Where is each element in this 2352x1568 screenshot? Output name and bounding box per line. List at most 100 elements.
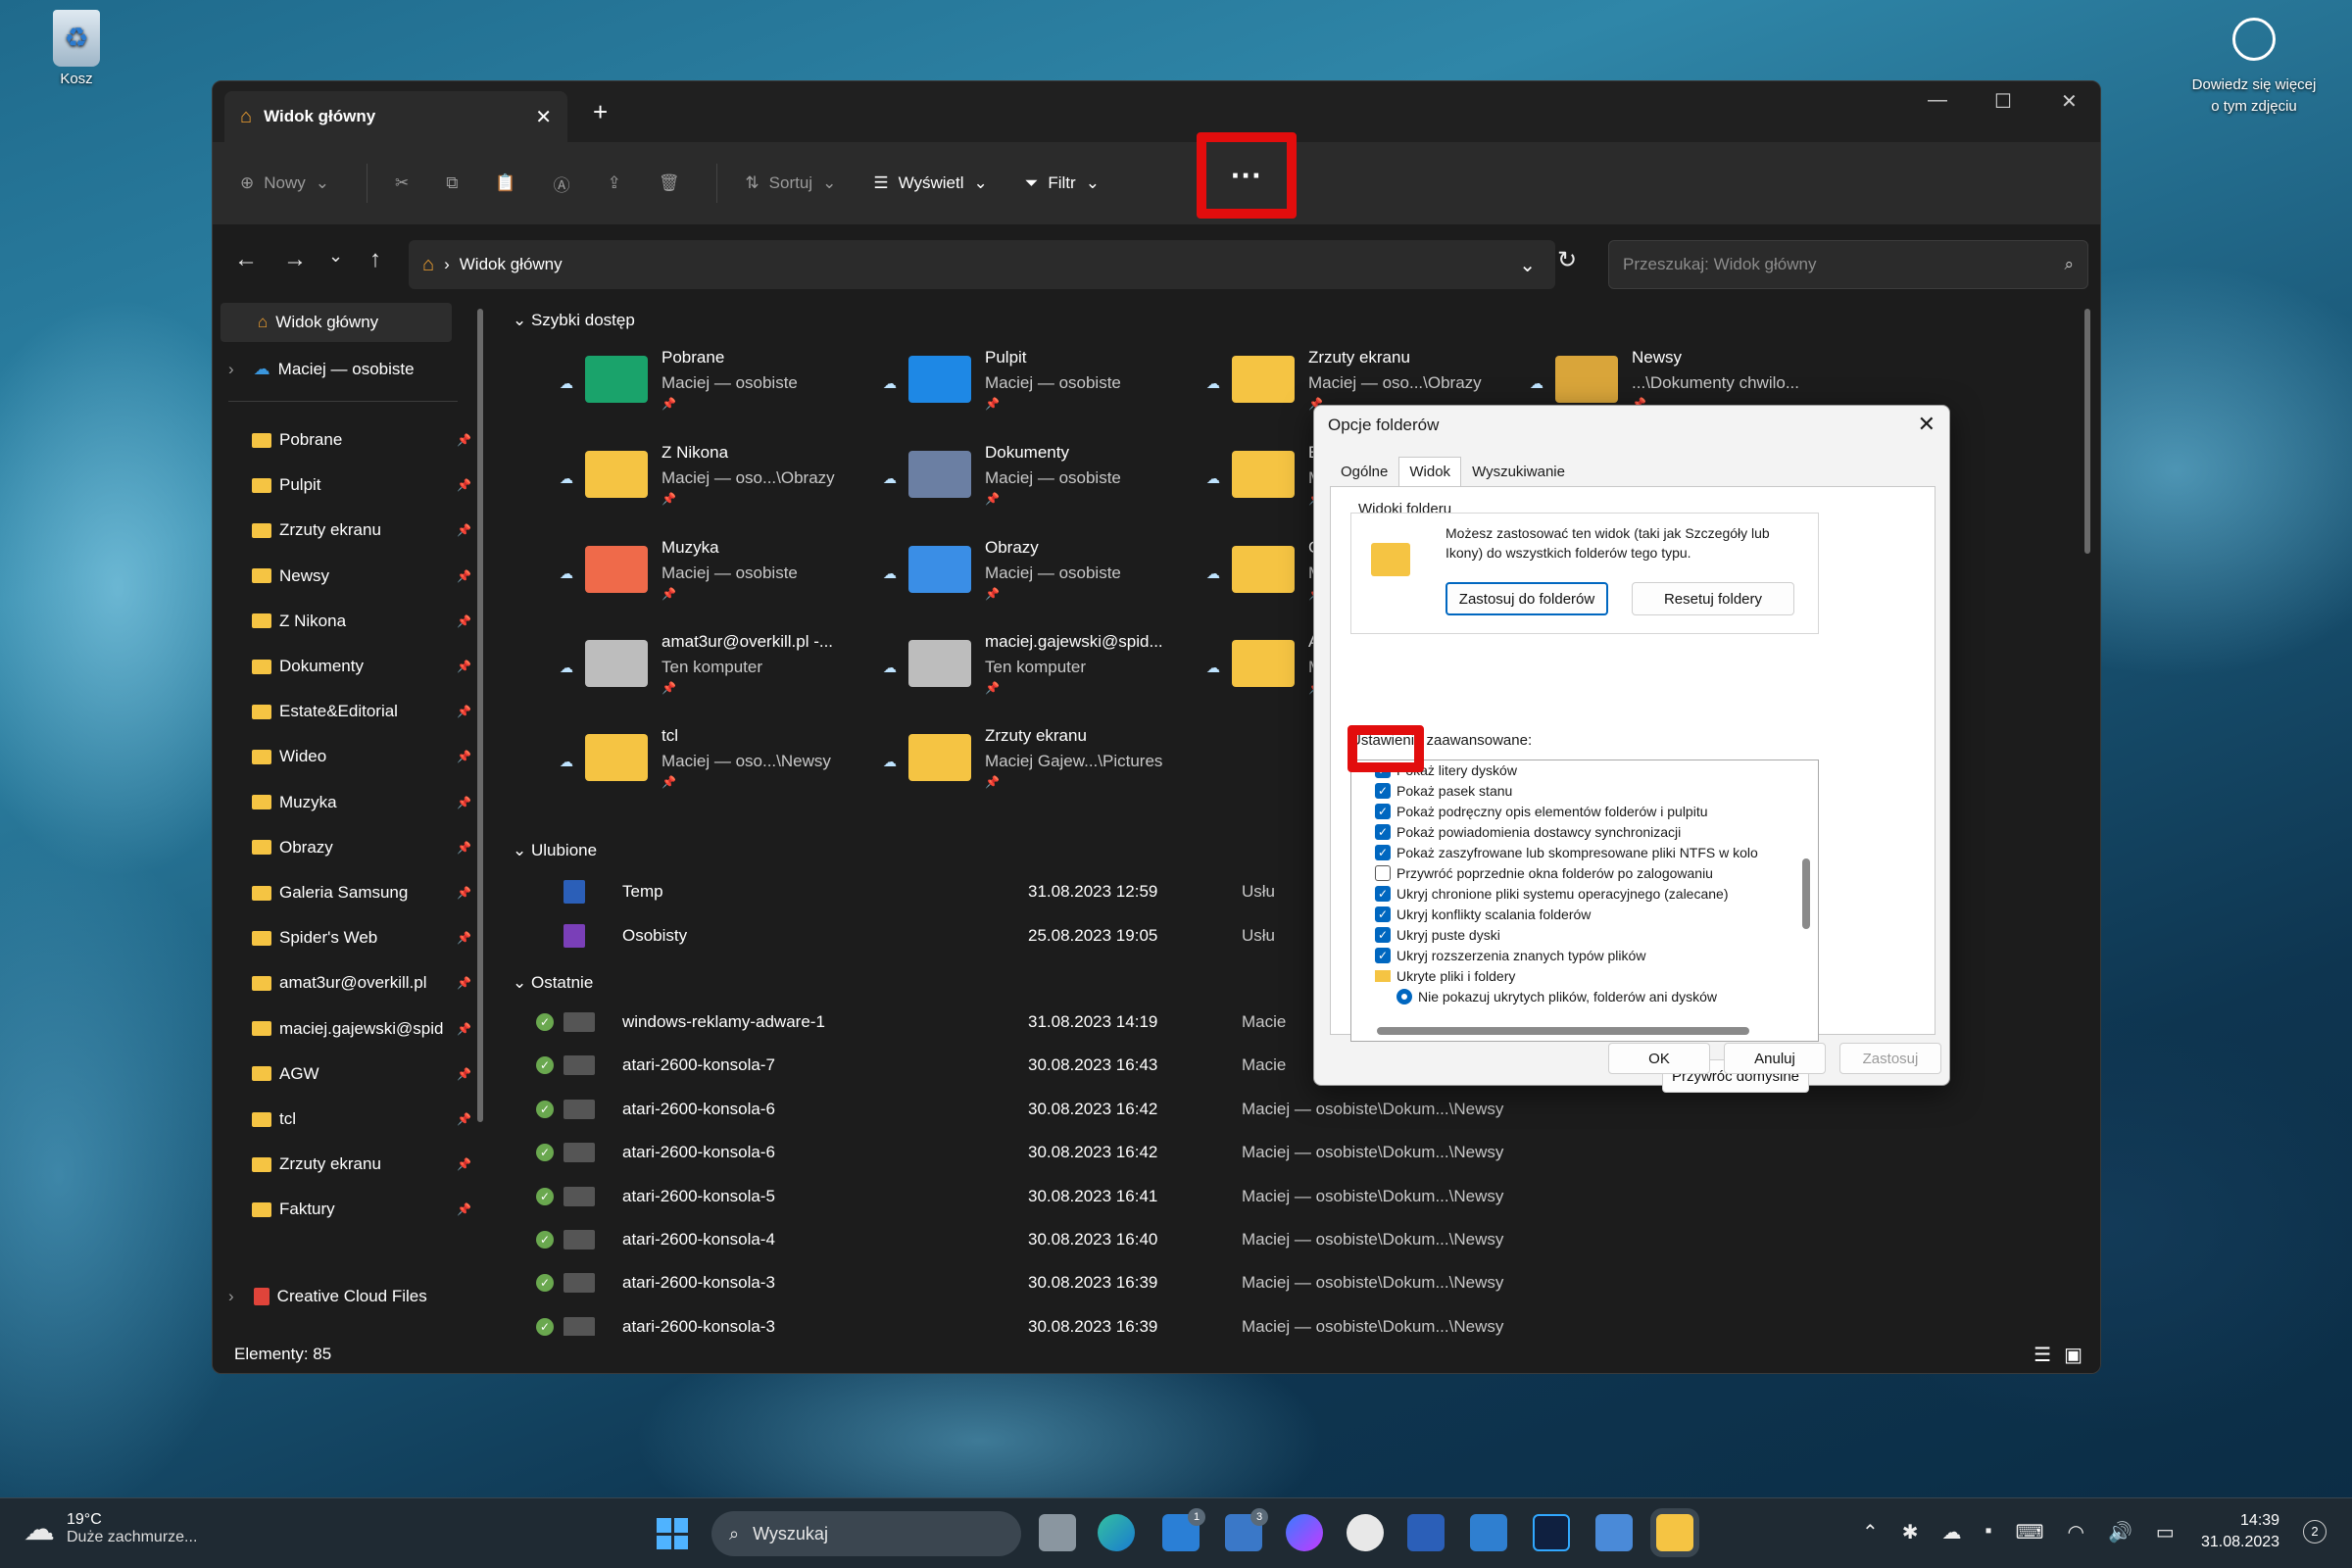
edge-icon[interactable]	[1098, 1514, 1135, 1551]
table-row[interactable]: ✓ atari-2600-konsola-4 30.08.2023 16:40 Mac…	[536, 1225, 1908, 1254]
taskbar-search[interactable]: ⌕ Wyszukaj	[711, 1511, 1021, 1556]
up-button[interactable]: ↑	[369, 246, 381, 273]
sidebar-item[interactable]: Pulpit 📌	[252, 475, 477, 495]
sidebar-item[interactable]: Dokumenty 📌	[252, 657, 477, 676]
filter-button[interactable]: ⏷ Filtr ⌄	[1025, 173, 1100, 193]
quick-access-tile[interactable]: amat3ur@overkill.pl -... Ten komputer 📌	[585, 632, 833, 695]
sidebar-item-home[interactable]: ⌂ Widok główny	[220, 303, 452, 342]
sidebar-item[interactable]: amat3ur@overkill.pl 📌	[252, 973, 477, 993]
file-explorer-taskbar-icon[interactable]	[1656, 1514, 1693, 1551]
quick-access-tile[interactable]: Dokumenty Maciej — osobiste 📌	[908, 443, 1121, 506]
learn-more-photo[interactable]: Dowiedz się więcej o tym zdjęciu	[2176, 18, 2332, 118]
search-input[interactable]: Przeszukaj: Widok główny ⌕	[1608, 240, 2088, 289]
tab-general[interactable]: Ogólne	[1330, 457, 1398, 487]
ok-button[interactable]: OK	[1608, 1043, 1710, 1074]
quick-access-tile[interactable]: Obrazy Maciej — osobiste 📌	[908, 538, 1121, 601]
sidebar-item-onedrive[interactable]: › ☁ Maciej — osobiste	[228, 360, 454, 379]
quick-access-tile[interactable]: Zrzuty ekranu Maciej Gajew...\Pictures 📌	[908, 726, 1162, 789]
advanced-option-checkbox[interactable]: ✓ Pokaż zaszyfrowane lub skompresowane pl…	[1375, 845, 1758, 860]
copy-button[interactable]: ⧉	[446, 173, 458, 193]
quick-access-tile[interactable]: maciej.gajewski@spid... Ten komputer 📌	[908, 632, 1163, 695]
tiles-view-icon[interactable]: ▣	[2064, 1343, 2082, 1367]
paste-button[interactable]: 📋	[495, 173, 515, 193]
teams-icon[interactable]: 3	[1225, 1508, 1268, 1551]
quick-access-tile[interactable]: Z Nikona Maciej — oso...\Obrazy 📌	[585, 443, 835, 506]
sidebar-item[interactable]: Muzyka 📌	[252, 793, 477, 812]
delete-button[interactable]: 🗑	[659, 173, 680, 193]
advanced-option-checkbox[interactable]: ✓ Ukryj puste dyski	[1375, 927, 1500, 943]
tray-icons[interactable]: ⌃ ✱ ☁ ▪ ⌨ ◠ 🔊 ▭	[1862, 1520, 2175, 1544]
details-view-icon[interactable]: ☰	[2034, 1343, 2051, 1367]
sidebar-item[interactable]: Galeria Samsung 📌	[252, 883, 477, 903]
table-row[interactable]: ✓ atari-2600-konsola-3 30.08.2023 16:39 Mac…	[536, 1312, 1908, 1338]
sidebar-item[interactable]: tcl 📌	[252, 1109, 477, 1129]
cancel-button[interactable]: Anuluj	[1724, 1043, 1826, 1074]
forward-button[interactable]: →	[283, 246, 307, 273]
section-favorites[interactable]: ⌄ Ulubione	[513, 841, 597, 860]
apply-button[interactable]: Zastosuj	[1839, 1043, 1941, 1074]
list-horizontal-scrollbar[interactable]	[1377, 1027, 1749, 1035]
table-row[interactable]: ✓ atari-2600-konsola-6 30.08.2023 16:42 Mac…	[536, 1138, 1908, 1167]
sidebar-scrollbar[interactable]	[477, 309, 483, 1122]
mail-icon[interactable]: 1	[1162, 1508, 1205, 1551]
advanced-option-checkbox[interactable]: ✓ Ukryj rozszerzenia znanych typów plików	[1375, 948, 1645, 963]
see-more-button[interactable]: ···	[1197, 132, 1297, 219]
maximize-button[interactable]: ☐	[1994, 89, 2012, 114]
start-button[interactable]	[657, 1518, 688, 1549]
notification-badge[interactable]: 2	[2303, 1520, 2327, 1544]
refresh-button[interactable]: ↻	[1557, 246, 1577, 274]
advanced-option-checkbox[interactable]: ✓ Pokaż powiadomienia dostawcy synchroniz…	[1375, 824, 1681, 840]
new-tab-button[interactable]: +	[593, 97, 608, 127]
advanced-option-checkbox[interactable]: ✓ Pokaż pasek stanu	[1375, 783, 1512, 799]
advanced-option-checkbox[interactable]: ✓ Pokaż podręczny opis elementów folderów…	[1375, 804, 1708, 819]
table-row[interactable]: ✓ atari-2600-konsola-6 30.08.2023 16:42 Mac…	[536, 1095, 1908, 1124]
tab-home[interactable]: ⌂ Widok główny ✕	[224, 91, 567, 142]
task-view-icon[interactable]	[1039, 1514, 1076, 1551]
sidebar-item[interactable]: Zrzuty ekranu 📌	[252, 520, 477, 540]
trello-icon[interactable]	[1470, 1514, 1507, 1551]
close-window-button[interactable]: ✕	[2061, 89, 2078, 114]
table-row[interactable]: ✓ atari-2600-konsola-3 30.08.2023 16:39 Mac…	[536, 1268, 1908, 1298]
photoshop-icon[interactable]	[1533, 1514, 1570, 1551]
sidebar-item-creative-cloud[interactable]: › Creative Cloud Files	[228, 1287, 454, 1306]
quick-access-tile[interactable]: Pobrane Maciej — osobiste 📌	[585, 348, 798, 411]
share-button[interactable]: ⇪	[608, 173, 621, 193]
sidebar-item[interactable]: Z Nikona 📌	[252, 612, 477, 631]
translate-icon[interactable]	[1595, 1514, 1633, 1551]
quick-access-tile[interactable]: tcl Maciej — oso...\Newsy 📌	[585, 726, 831, 789]
sidebar-item[interactable]: Estate&Editorial 📌	[252, 702, 477, 721]
word-icon[interactable]	[1407, 1514, 1445, 1551]
tab-search[interactable]: Wyszukiwanie	[1461, 457, 1576, 487]
recycle-bin[interactable]: ♻ Kosz	[45, 10, 108, 87]
recent-locations-button[interactable]: ⌄	[328, 246, 343, 267]
sidebar-item[interactable]: Obrazy 📌	[252, 838, 477, 858]
chevron-down-icon[interactable]: ⌄	[1519, 253, 1536, 277]
apply-to-folders-button[interactable]: Zastosuj do folderów	[1446, 582, 1608, 615]
sidebar-item[interactable]: Newsy 📌	[252, 566, 477, 586]
advanced-option-checkbox[interactable]: ✓ Ukryj konflikty scalania folderów	[1375, 906, 1591, 922]
cut-button[interactable]: ✂	[395, 173, 409, 193]
content-scrollbar[interactable]	[2084, 309, 2090, 554]
sidebar-item[interactable]: maciej.gajewski@spid 📌	[252, 1019, 477, 1039]
messenger-icon[interactable]	[1286, 1514, 1323, 1551]
quick-access-tile[interactable]: Newsy ...\Dokumenty chwilo... 📌	[1555, 348, 1799, 411]
section-quick-access[interactable]: ⌄ Szybki dostęp	[513, 311, 635, 330]
sidebar-item[interactable]: Faktury 📌	[252, 1200, 477, 1219]
sort-button[interactable]: ⇅ Sortuj ⌄	[745, 173, 836, 193]
advanced-option-checkbox[interactable]: Przywróć poprzednie okna folderów po zal…	[1375, 865, 1713, 881]
table-row[interactable]: ✓ atari-2600-konsola-5 30.08.2023 16:41 Mac…	[536, 1182, 1908, 1211]
sidebar-item[interactable]: Wideo 📌	[252, 747, 477, 766]
weather-widget[interactable]: ☁ 19°C Duże zachmurze...	[24, 1510, 197, 1547]
tab-view[interactable]: Widok	[1398, 457, 1462, 487]
new-button[interactable]: ⊕ Nowy ⌄	[240, 173, 329, 193]
back-button[interactable]: ←	[234, 246, 258, 273]
quick-access-tile[interactable]: Pulpit Maciej — osobiste 📌	[908, 348, 1121, 411]
sidebar-item[interactable]: Spider's Web 📌	[252, 928, 477, 948]
view-button[interactable]: ☰ Wyświetl ⌄	[873, 173, 987, 193]
quick-access-tile[interactable]: Muzyka Maciej — osobiste 📌	[585, 538, 798, 601]
rename-button[interactable]: Ⓐ	[554, 172, 570, 196]
list-vertical-scrollbar[interactable]	[1802, 858, 1810, 929]
address-bar[interactable]: ⌂ › Widok główny ⌄	[409, 240, 1555, 289]
tab-close-button[interactable]: ✕	[535, 105, 552, 129]
clock[interactable]: 14:39 31.08.2023	[2201, 1510, 2279, 1553]
